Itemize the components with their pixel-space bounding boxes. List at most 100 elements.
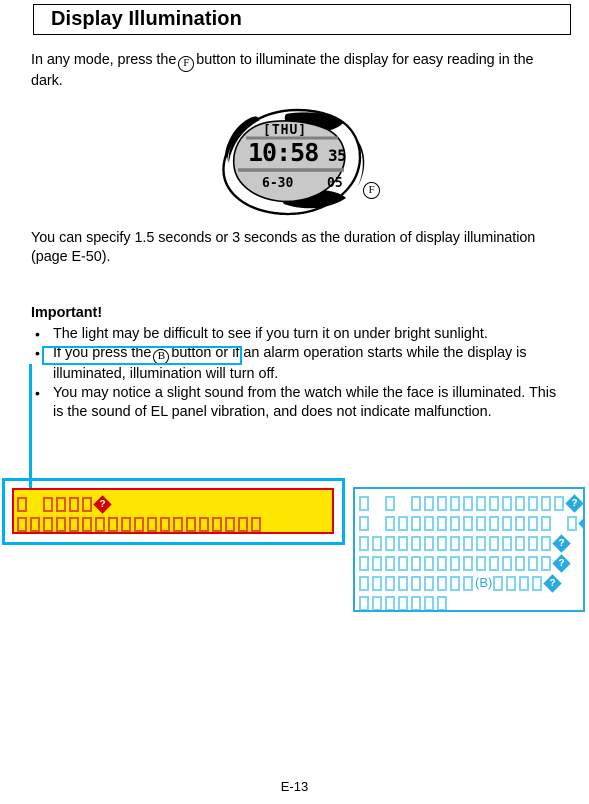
missing-glyph-box	[398, 535, 408, 551]
manual-page: Display Illumination In any mode, press …	[0, 0, 589, 804]
missing-glyph-box	[502, 515, 512, 531]
missing-glyph-box	[463, 555, 473, 571]
missing-glyph-box	[359, 515, 369, 531]
missing-glyph-box	[515, 535, 525, 551]
missing-glyph-box	[372, 535, 382, 551]
b-button-glyph-inline: B	[153, 349, 170, 365]
missing-glyph-box	[463, 535, 473, 551]
missing-glyph-box	[108, 516, 118, 532]
missing-glyph-box	[17, 496, 27, 512]
missing-glyph-box	[251, 516, 261, 532]
missing-glyph-box	[372, 555, 382, 571]
missing-glyph-box	[541, 495, 551, 511]
bullet-3-text: You may notice a slight sound from the w…	[53, 385, 557, 420]
missing-glyph-box	[424, 515, 434, 531]
missing-glyph-box	[476, 515, 486, 531]
missing-glyph-box	[43, 496, 53, 512]
missing-glyph-box	[502, 535, 512, 551]
missing-glyph-box	[82, 516, 92, 532]
missing-glyph-box	[515, 555, 525, 571]
missing-glyph-box	[528, 535, 538, 551]
missing-glyph-box	[82, 496, 92, 512]
missing-glyph-box	[372, 575, 382, 591]
missing-glyph-box	[411, 515, 421, 531]
bullet-item-1: The light may be difficult to see if you…	[31, 325, 566, 344]
missing-glyph-box	[225, 516, 235, 532]
missing-glyph-box	[437, 515, 447, 531]
missing-glyph-box	[532, 575, 543, 591]
missing-glyph-box	[359, 595, 369, 610]
missing-glyph-box	[411, 595, 421, 610]
watch-seconds-display: 35	[328, 146, 347, 165]
watch-day-display: [THU]	[263, 123, 308, 138]
missing-glyph-box	[489, 495, 499, 511]
missing-glyph-box	[186, 516, 196, 532]
missing-glyph-box	[519, 575, 530, 591]
bullet-2-highlight-after: button	[171, 345, 212, 361]
missing-glyph-box	[437, 555, 447, 571]
missing-glyph-box	[450, 535, 460, 551]
f-button-glyph-inline: F	[178, 56, 195, 72]
annotation-note-row	[358, 593, 583, 610]
missing-glyph-box	[385, 495, 395, 511]
annotation-note-cyan: (B)	[353, 487, 585, 612]
page-title: Display Illumination	[51, 8, 242, 30]
annotation-note-row	[14, 514, 332, 532]
missing-glyph-box	[489, 535, 499, 551]
missing-glyph-box	[506, 575, 517, 591]
page-footer: E-13	[280, 779, 309, 794]
missing-glyph-box	[359, 575, 369, 591]
missing-glyph-box	[502, 555, 512, 571]
missing-glyph-box	[437, 495, 447, 511]
missing-glyph-box	[424, 535, 434, 551]
missing-glyph-box	[398, 595, 408, 610]
missing-glyph-box	[134, 516, 144, 532]
missing-glyph-box	[173, 516, 183, 532]
missing-glyph-box	[359, 495, 369, 511]
missing-glyph-box	[56, 516, 66, 532]
annotation-visible-text: (B)	[475, 575, 493, 590]
missing-glyph-box	[424, 495, 434, 511]
missing-glyph-box	[493, 575, 504, 591]
annotation-note-row: (B)	[358, 573, 583, 593]
missing-glyph-box	[476, 535, 486, 551]
missing-glyph-box	[411, 495, 421, 511]
missing-glyph-box	[385, 535, 395, 551]
missing-glyph-box	[502, 495, 512, 511]
missing-glyph-box	[450, 515, 460, 531]
annotation-note-row	[358, 493, 583, 513]
replacement-char-glyph	[93, 494, 112, 514]
missing-glyph-box	[515, 515, 525, 531]
missing-glyph-box	[489, 515, 499, 531]
missing-glyph-box	[541, 535, 551, 551]
missing-glyph-box	[385, 575, 395, 591]
annotation-note-row	[358, 513, 583, 533]
missing-glyph-box	[199, 516, 209, 532]
annotation-note-cyan-rows: (B)	[355, 489, 583, 610]
missing-glyph-box	[567, 515, 577, 531]
missing-glyph-box	[95, 516, 105, 532]
missing-glyph-box	[528, 555, 538, 571]
missing-glyph-box	[450, 555, 460, 571]
missing-glyph-box	[238, 516, 248, 532]
missing-glyph-box	[398, 575, 408, 591]
missing-glyph-box	[359, 555, 369, 571]
missing-glyph-box	[69, 496, 79, 512]
bullet-2-highlight-before: If you press the	[53, 345, 152, 361]
intro-text-before: In any mode, press the	[31, 52, 177, 68]
annotation-note-row	[14, 490, 332, 514]
duration-paragraph: You can specify 1.5 seconds or 3 seconds…	[31, 230, 536, 265]
missing-glyph-box	[147, 516, 157, 532]
intro-paragraph: In any mode, press the Fbutton to illumin…	[31, 51, 551, 91]
watch-date-display: 6-30	[262, 176, 294, 191]
missing-glyph-box	[437, 535, 447, 551]
important-bullet-list: The light may be difficult to see if you…	[31, 325, 566, 422]
missing-glyph-box	[515, 495, 525, 511]
replacement-char-glyph	[565, 493, 583, 513]
watch-time-display: 10:58	[248, 138, 319, 167]
important-heading: Important!	[31, 305, 103, 321]
missing-glyph-box	[463, 575, 473, 591]
bullet-item-2: If you press theBbutton or if an alarm o…	[31, 344, 566, 384]
missing-glyph-box	[385, 515, 395, 531]
replacement-char-glyph	[543, 573, 563, 593]
